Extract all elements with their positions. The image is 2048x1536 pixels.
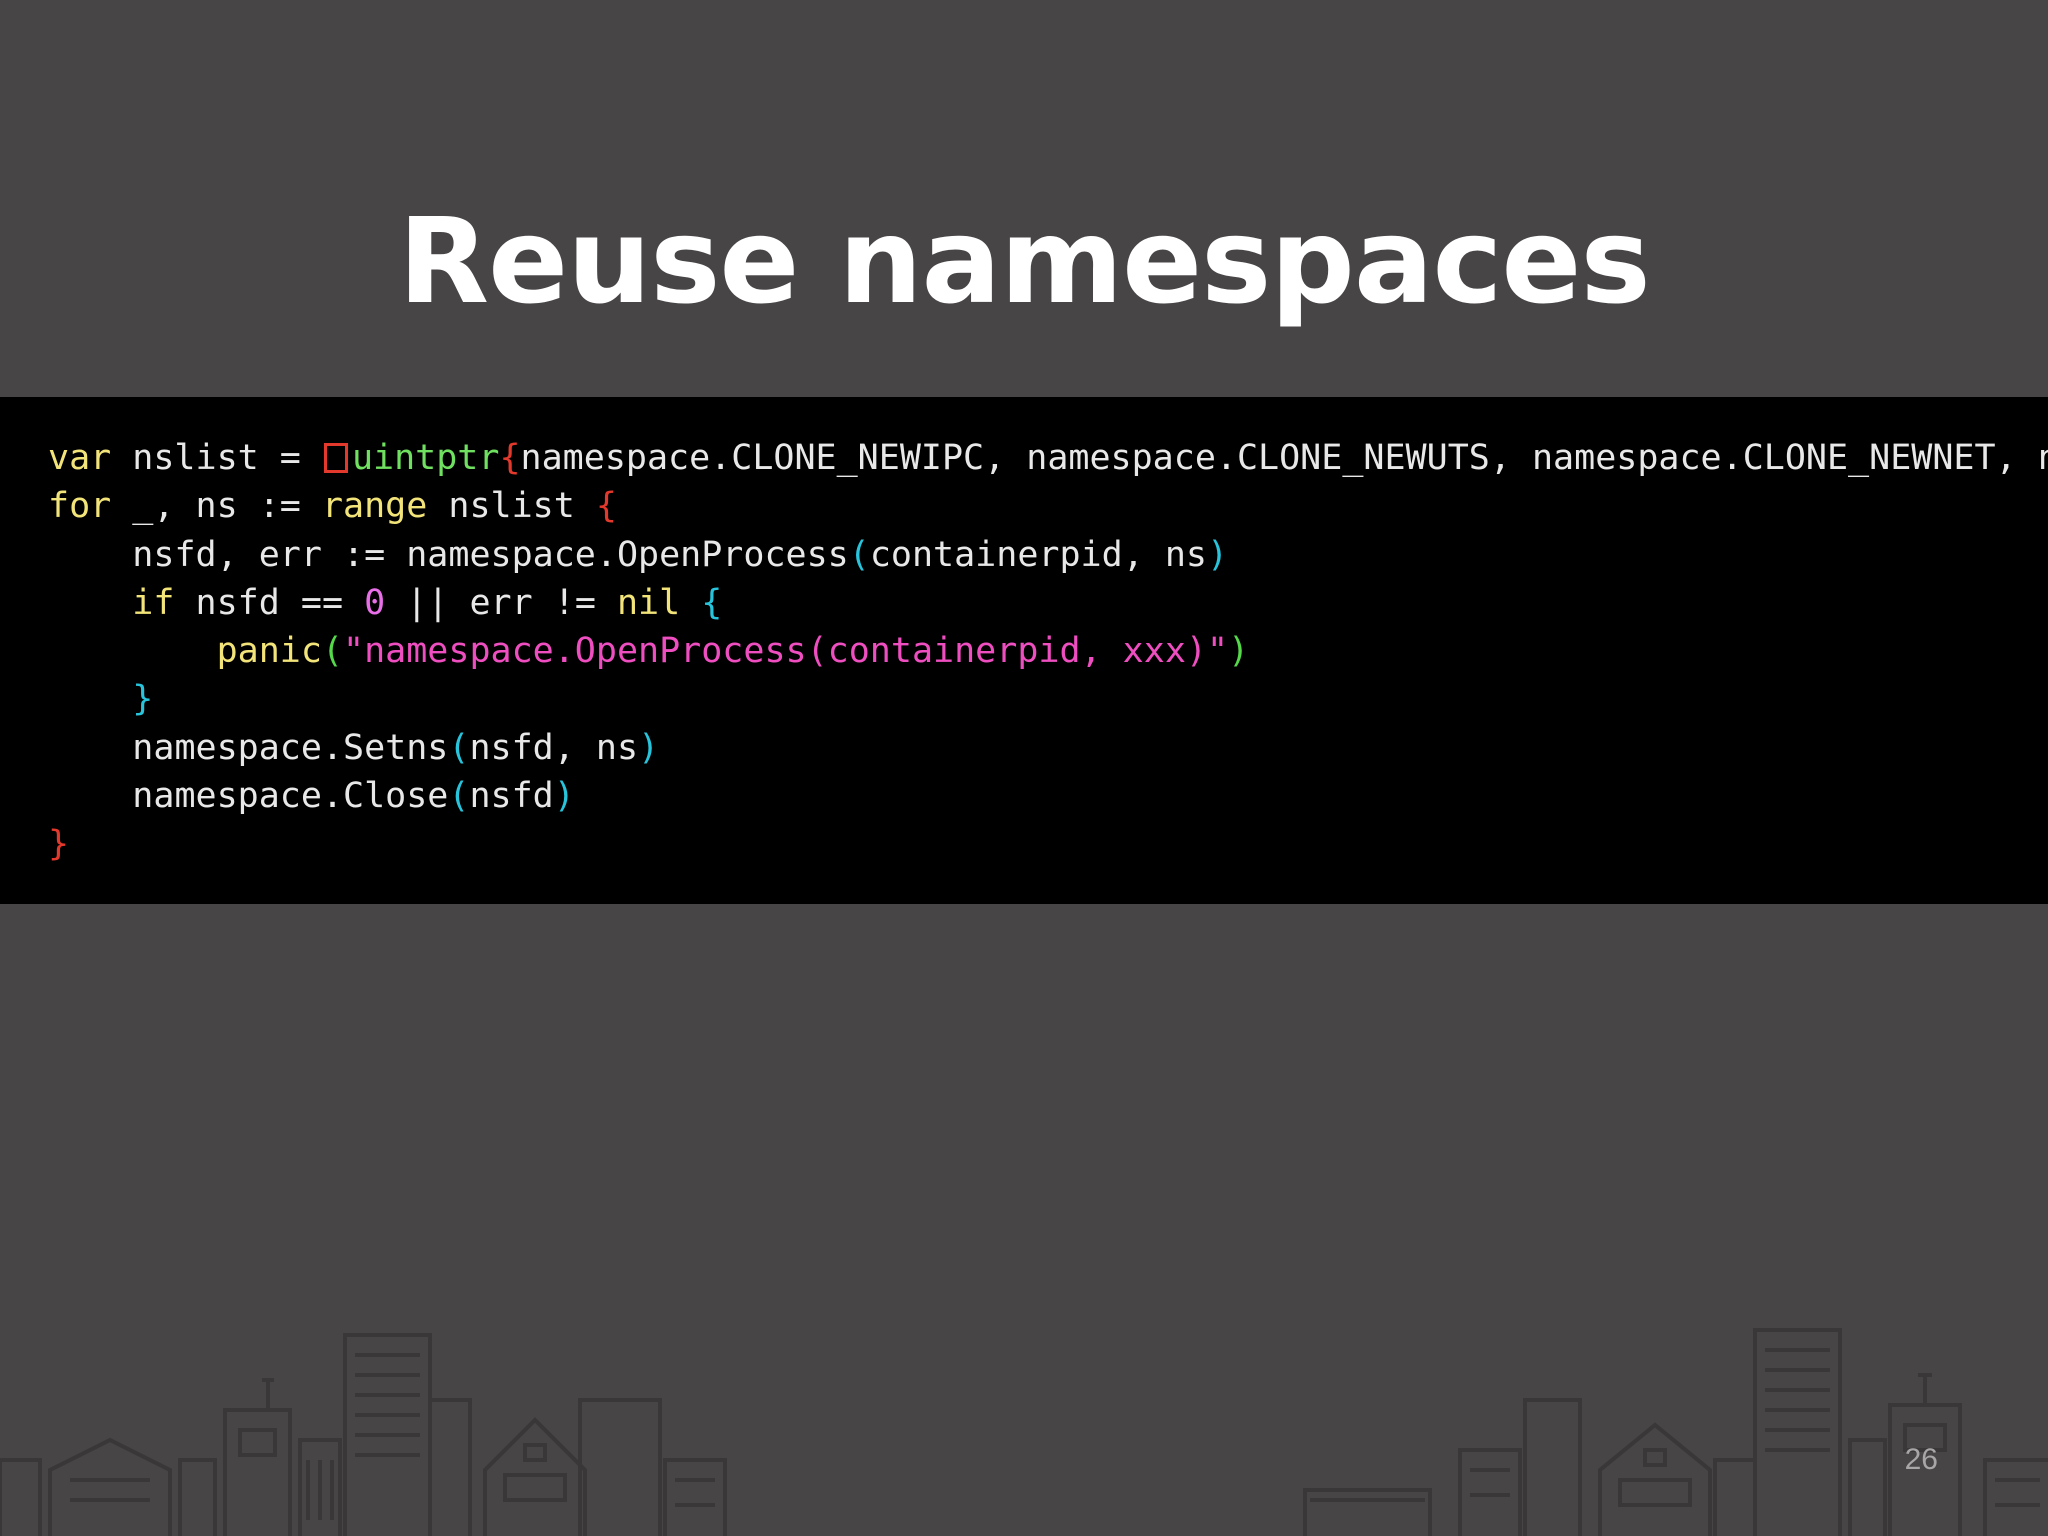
code-line: for _, ns := range nslist { <box>48 482 2048 530</box>
code-token: "namespace.OpenProcess(containerpid, xxx… <box>343 631 1229 672</box>
code-line: var nslist = uintptr{namespace.CLONE_NEW… <box>48 434 2048 482</box>
code-token: nsfd, err := namespace.OpenProcess <box>132 534 849 575</box>
code-token: namespace.CLONE_NEWIPC, namespace.CLONE_… <box>520 438 2048 478</box>
code-token: || err != <box>385 582 617 623</box>
code-token: ( <box>848 534 870 575</box>
code-token: nsfd == <box>174 582 365 623</box>
code-token: ) <box>1228 631 1250 672</box>
code-token: ) <box>638 727 660 768</box>
code-token: ) <box>1206 534 1229 575</box>
code-token: nslist = <box>111 438 322 478</box>
slice-bracket-box <box>323 443 348 473</box>
code-line: if nsfd == 0 || err != nil { <box>48 579 2048 627</box>
code-token: ( <box>448 727 470 768</box>
code-line: nsfd, err := namespace.OpenProcess(conta… <box>48 531 2048 579</box>
code-token: range <box>321 486 428 527</box>
code-token: } <box>48 824 70 865</box>
code-token: _, ns := <box>111 486 322 527</box>
slide-title: Reuse namespaces <box>398 192 1650 331</box>
code-token: } <box>132 679 154 720</box>
code-token: panic <box>216 631 322 672</box>
code-token: { <box>499 438 521 478</box>
code-token: containerpid, ns <box>869 534 1207 575</box>
code-token: nslist <box>427 486 596 527</box>
code-token: nsfd <box>469 776 554 817</box>
code-line: } <box>48 675 2048 723</box>
code-token: { <box>595 486 617 527</box>
code-token: uintptr <box>351 438 500 478</box>
code-token: { <box>701 582 723 623</box>
code-line: } <box>48 820 2048 868</box>
code-token: ( <box>448 776 470 817</box>
code-token: if <box>132 582 175 623</box>
code-panel: var nslist = uintptr{namespace.CLONE_NEW… <box>0 397 2048 904</box>
code-token: namespace.Setns <box>132 727 449 768</box>
code-token: for <box>48 486 112 527</box>
code-token: nil <box>616 582 681 623</box>
code-token: var <box>48 438 112 478</box>
code-token: nsfd, ns <box>469 727 639 768</box>
code-token: 0 <box>364 582 386 623</box>
code-line: panic("namespace.OpenProcess(containerpi… <box>48 627 2048 675</box>
city-skyline-illustration <box>0 1328 2048 1536</box>
code-token: ( <box>321 631 344 672</box>
code-token: namespace.Close <box>132 776 449 817</box>
code-block: var nslist = uintptr{namespace.CLONE_NEW… <box>48 434 2048 869</box>
code-line: namespace.Close(nsfd) <box>48 772 2048 820</box>
code-token: ) <box>553 776 575 817</box>
code-line: namespace.Setns(nsfd, ns) <box>48 724 2048 772</box>
page-number: 26 <box>1904 1443 1938 1476</box>
